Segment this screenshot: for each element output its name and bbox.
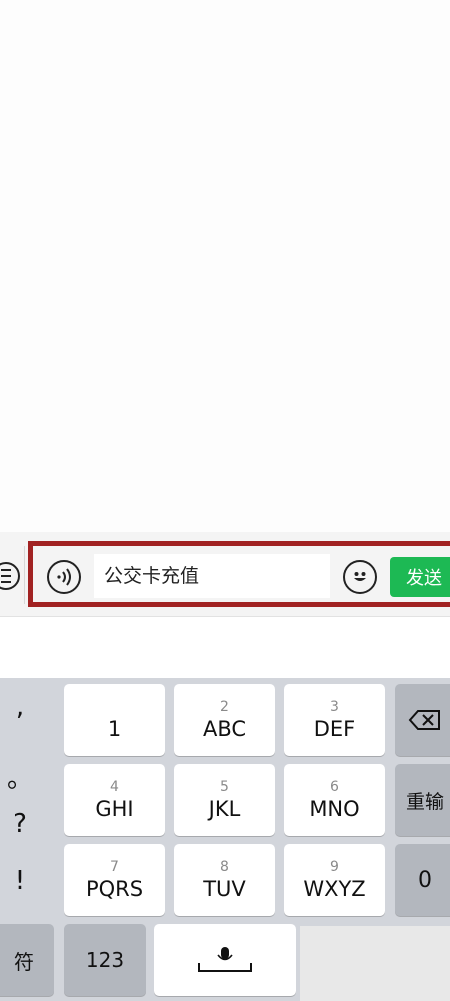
- key-8[interactable]: 8 TUV: [174, 844, 275, 916]
- punct-period-key[interactable]: 。: [0, 758, 40, 795]
- numeric-key[interactable]: 123: [64, 924, 146, 996]
- key-6[interactable]: 6 MNO: [284, 764, 385, 836]
- backspace-icon: [408, 710, 440, 730]
- punct-question-key[interactable]: ?: [0, 809, 40, 839]
- key-letters: JKL: [208, 797, 241, 821]
- highlight-box: [28, 541, 450, 607]
- spacer: [0, 617, 450, 678]
- key-digit: 3: [330, 699, 339, 715]
- chat-area: [0, 0, 450, 532]
- key-letters: WXYZ: [303, 877, 366, 901]
- symbol-label: 符: [14, 949, 34, 974]
- key-letters: DEF: [313, 717, 356, 741]
- menu-button[interactable]: [0, 562, 20, 590]
- key-letters: GHI: [95, 797, 134, 821]
- divider: [24, 546, 25, 604]
- key-letters: ABC: [202, 717, 247, 741]
- reinput-key[interactable]: 重输: [395, 764, 450, 836]
- key-9[interactable]: 9 WXYZ: [284, 844, 385, 916]
- key-zero-label: 0: [418, 867, 432, 893]
- key-digit: 9: [330, 859, 339, 875]
- key-digit: 6: [330, 779, 339, 795]
- punct-comma-key[interactable]: ,: [0, 692, 40, 722]
- punct-exclaim-key[interactable]: !: [0, 866, 40, 896]
- key-letters: TUV: [203, 877, 246, 901]
- keyboard: , 。 ? ! 1 2 ABC 3 DEF 4 GHI 5 JKL 6 MNO …: [0, 678, 450, 1001]
- key-letters: 1: [107, 717, 122, 741]
- key-4[interactable]: 4 GHI: [64, 764, 165, 836]
- symbol-key[interactable]: 符: [0, 924, 54, 996]
- key-digit: 2: [220, 699, 229, 715]
- key-3[interactable]: 3 DEF: [284, 684, 385, 756]
- key-digit: 4: [110, 779, 119, 795]
- key-0[interactable]: 0: [395, 844, 450, 916]
- reinput-label: 重输: [405, 790, 444, 813]
- menu-line: [1, 575, 11, 577]
- key-letters: PQRS: [85, 877, 144, 901]
- numeric-label: 123: [85, 948, 125, 972]
- key-digit: 8: [220, 859, 229, 875]
- space-key[interactable]: [154, 924, 296, 996]
- blurred-area: [300, 926, 450, 1001]
- menu-line: [1, 581, 11, 583]
- input-bar: 公交卡充值 发送: [0, 532, 450, 617]
- key-5[interactable]: 5 JKL: [174, 764, 275, 836]
- key-1[interactable]: 1: [64, 684, 165, 756]
- microphone-icon: [198, 947, 252, 972]
- punctuation-column: , 。 ? !: [0, 678, 52, 914]
- backspace-key[interactable]: [395, 684, 450, 756]
- key-2[interactable]: 2 ABC: [174, 684, 275, 756]
- key-letters: MNO: [309, 797, 360, 821]
- key-7[interactable]: 7 PQRS: [64, 844, 165, 916]
- menu-lines-icon: [1, 569, 11, 571]
- key-digit: 7: [110, 859, 119, 875]
- key-digit: 5: [220, 779, 229, 795]
